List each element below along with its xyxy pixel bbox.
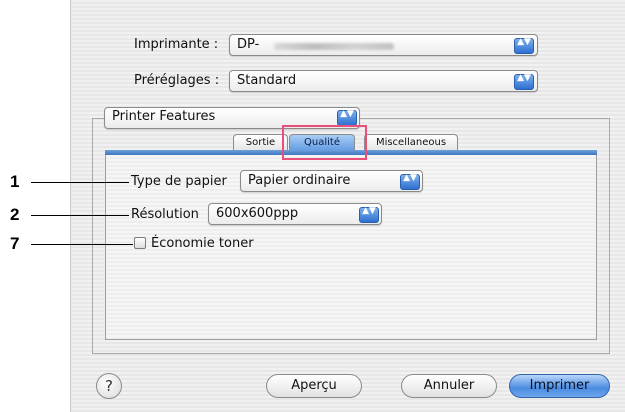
popup-arrows-icon: ▲▼ [400,174,420,190]
help-button[interactable]: ? [96,373,122,399]
preview-label: Aperçu [291,378,337,393]
printer-popup[interactable]: DP- ▲▼ [229,34,538,56]
printer-label: Imprimante : [134,37,219,52]
cancel-button[interactable]: Annuler [401,374,497,398]
popup-arrows-icon: ▲▼ [337,110,357,126]
callout-line [31,215,129,216]
cancel-label: Annuler [423,378,475,393]
resolution-value: 600x600ppp [216,206,299,221]
popup-arrows-icon: ▲▼ [359,207,379,223]
redacted-printer-name [274,43,394,50]
preview-button[interactable]: Aperçu [266,374,362,398]
tab-label: Sortie [245,137,276,148]
print-label: Imprimer [529,378,590,393]
presets-label: Préréglages : [134,73,220,88]
feature-set-value: Printer Features [112,109,216,124]
help-icon: ? [105,377,113,395]
callout-number: 7 [10,234,20,253]
toner-saving-label: Économie toner [151,236,254,251]
print-button[interactable]: Imprimer [509,374,610,398]
callout-number: 1 [10,172,20,191]
resolution-label: Résolution [131,207,199,222]
resolution-popup[interactable]: 600x600ppp ▲▼ [208,203,382,225]
dialog-edge [70,0,71,412]
printer-value: DP- [237,37,260,52]
presets-value: Standard [237,73,297,88]
tab-highlight-annotation [282,125,367,160]
callout-line [31,244,133,245]
popup-arrows-icon: ▲▼ [514,38,534,54]
popup-arrows-icon: ▲▼ [514,74,534,90]
toner-saving-checkbox[interactable] [134,237,146,249]
paper-type-value: Papier ordinaire [248,173,351,188]
presets-popup[interactable]: Standard ▲▼ [229,70,538,92]
paper-type-label: Type de papier [131,174,227,189]
paper-type-popup[interactable]: Papier ordinaire ▲▼ [240,170,423,192]
callout-number: 2 [10,205,20,224]
tab-label: Miscellaneous [375,137,447,148]
callout-line [31,182,129,183]
